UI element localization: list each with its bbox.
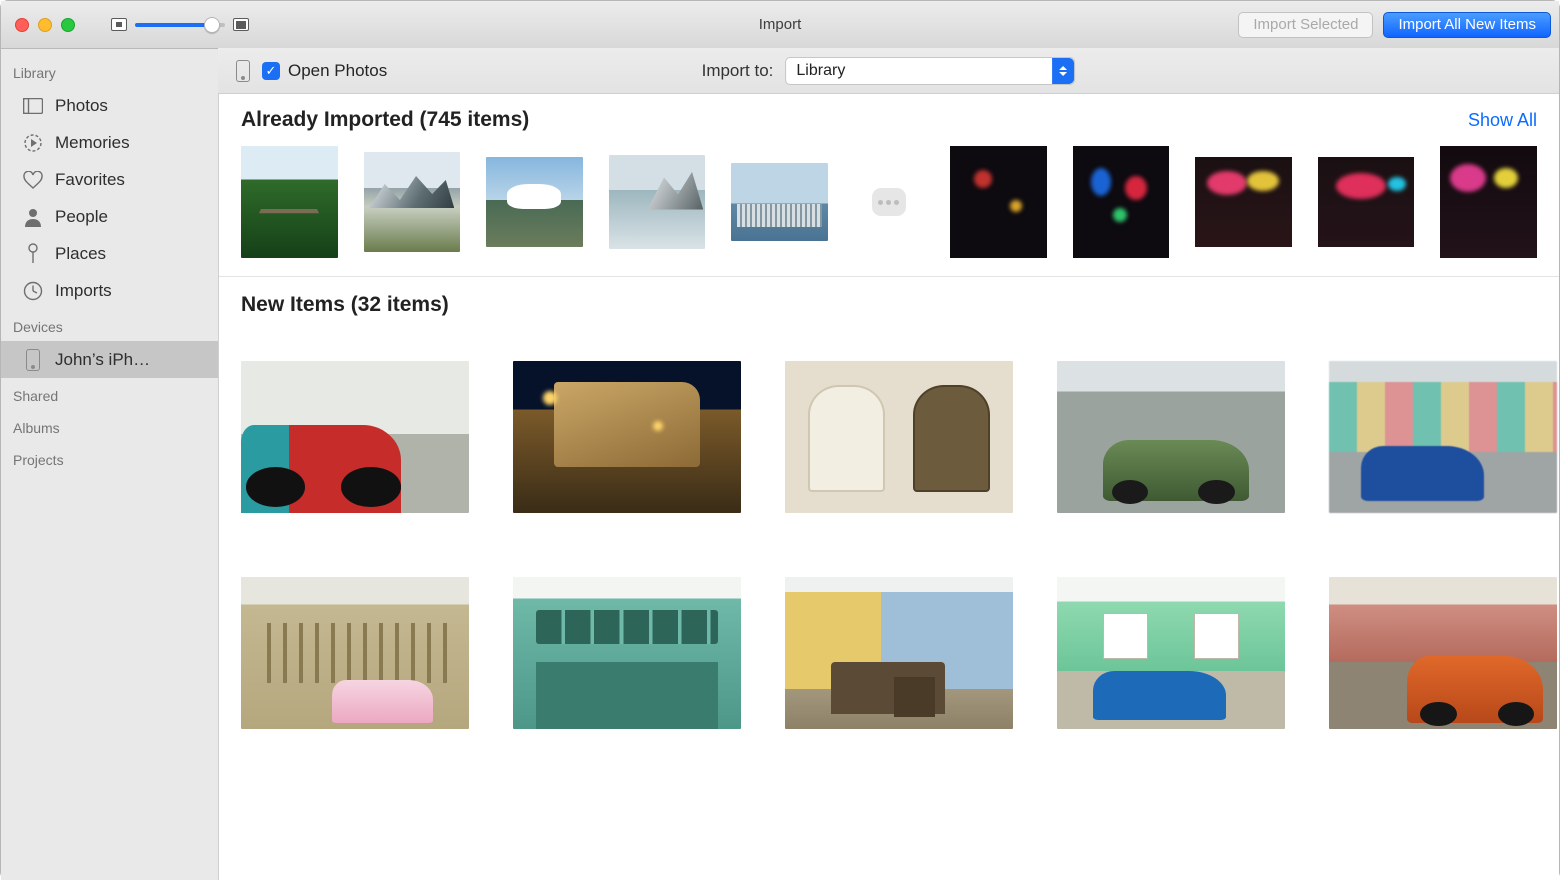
minimize-window-button[interactable] bbox=[38, 18, 52, 32]
zoom-small-icon[interactable] bbox=[111, 18, 127, 31]
sidebar-item-places[interactable]: Places bbox=[1, 235, 218, 272]
more-thumbs-button[interactable] bbox=[872, 188, 906, 216]
new-thumb[interactable] bbox=[1057, 577, 1285, 729]
imported-thumb[interactable] bbox=[241, 146, 338, 258]
sidebar: Library Photos Memories Favorites People bbox=[1, 49, 219, 880]
imported-thumb[interactable] bbox=[731, 146, 828, 258]
imported-thumb[interactable] bbox=[1073, 146, 1170, 258]
titlebar: Import Import Selected Import All New It… bbox=[1, 1, 1559, 49]
sidebar-section-projects[interactable]: Projects bbox=[1, 448, 218, 474]
sidebar-item-label: John’s iPh… bbox=[55, 350, 150, 370]
sidebar-section-library: Library bbox=[1, 61, 218, 87]
thumbnail-zoom bbox=[111, 18, 249, 31]
sidebar-item-favorites[interactable]: Favorites bbox=[1, 161, 218, 198]
new-thumb[interactable] bbox=[241, 577, 469, 729]
sidebar-item-memories[interactable]: Memories bbox=[1, 124, 218, 161]
iphone-icon bbox=[23, 350, 43, 370]
zoom-large-icon[interactable] bbox=[233, 18, 249, 31]
sidebar-item-people[interactable]: People bbox=[1, 198, 218, 235]
window-controls bbox=[15, 18, 75, 32]
heart-icon bbox=[23, 170, 43, 190]
new-thumb[interactable] bbox=[241, 361, 469, 513]
sidebar-section-albums[interactable]: Albums bbox=[1, 416, 218, 442]
imported-thumb[interactable] bbox=[1440, 146, 1537, 258]
open-photos-checkbox[interactable]: ✓ Open Photos bbox=[262, 61, 387, 81]
sidebar-item-label: People bbox=[55, 207, 108, 227]
person-icon bbox=[23, 207, 43, 227]
clock-icon bbox=[23, 281, 43, 301]
sidebar-item-label: Memories bbox=[55, 133, 130, 153]
imported-thumb[interactable] bbox=[1195, 146, 1292, 258]
new-thumb[interactable] bbox=[1057, 361, 1285, 513]
imported-thumb[interactable] bbox=[486, 146, 583, 258]
checkbox-checked-icon: ✓ bbox=[262, 62, 280, 80]
import-to-value: Library bbox=[796, 62, 845, 80]
fullscreen-window-button[interactable] bbox=[61, 18, 75, 32]
select-arrows-icon bbox=[1052, 58, 1074, 84]
new-items-heading: New Items (32 items) bbox=[219, 277, 1559, 317]
new-thumb[interactable] bbox=[513, 361, 741, 513]
pin-icon bbox=[23, 244, 43, 264]
new-thumb[interactable] bbox=[785, 361, 1013, 513]
sidebar-item-label: Favorites bbox=[55, 170, 125, 190]
import-selected-button[interactable]: Import Selected bbox=[1238, 12, 1373, 38]
sidebar-item-label: Photos bbox=[55, 96, 108, 116]
open-photos-label: Open Photos bbox=[288, 61, 387, 81]
sidebar-item-label: Imports bbox=[55, 281, 112, 301]
imported-thumb[interactable] bbox=[950, 146, 1047, 258]
window-title: Import bbox=[759, 16, 802, 33]
imported-thumb[interactable] bbox=[609, 146, 706, 258]
show-all-link[interactable]: Show All bbox=[1468, 110, 1537, 131]
device-icon bbox=[236, 60, 250, 82]
new-items-grid bbox=[219, 317, 1559, 749]
new-thumb[interactable] bbox=[785, 577, 1013, 729]
import-to-label: Import to: bbox=[702, 61, 774, 81]
photos-icon bbox=[23, 96, 43, 116]
import-view: Already Imported (745 items) Show All Ne… bbox=[219, 94, 1559, 879]
new-thumb[interactable] bbox=[1329, 577, 1557, 729]
thumbnail-zoom-slider[interactable] bbox=[135, 23, 225, 27]
memories-icon bbox=[23, 133, 43, 153]
import-toolbar: ✓ Open Photos Import to: Library bbox=[218, 48, 1559, 94]
import-to-select[interactable]: Library bbox=[785, 57, 1075, 85]
slider-thumb[interactable] bbox=[204, 17, 220, 33]
imported-thumb[interactable] bbox=[1318, 146, 1415, 258]
sidebar-item-label: Places bbox=[55, 244, 106, 264]
new-thumb[interactable] bbox=[513, 577, 741, 729]
sidebar-section-devices: Devices bbox=[1, 315, 218, 341]
close-window-button[interactable] bbox=[15, 18, 29, 32]
import-all-button[interactable]: Import All New Items bbox=[1383, 12, 1551, 38]
new-thumb[interactable] bbox=[1329, 361, 1557, 513]
sidebar-item-photos[interactable]: Photos bbox=[1, 87, 218, 124]
already-imported-heading: Already Imported (745 items) bbox=[241, 108, 529, 132]
sidebar-section-shared[interactable]: Shared bbox=[1, 384, 218, 410]
already-imported-row bbox=[219, 132, 1559, 277]
imported-thumb[interactable] bbox=[364, 146, 461, 258]
sidebar-item-imports[interactable]: Imports bbox=[1, 272, 218, 309]
sidebar-item-device[interactable]: John’s iPh… bbox=[1, 341, 218, 378]
